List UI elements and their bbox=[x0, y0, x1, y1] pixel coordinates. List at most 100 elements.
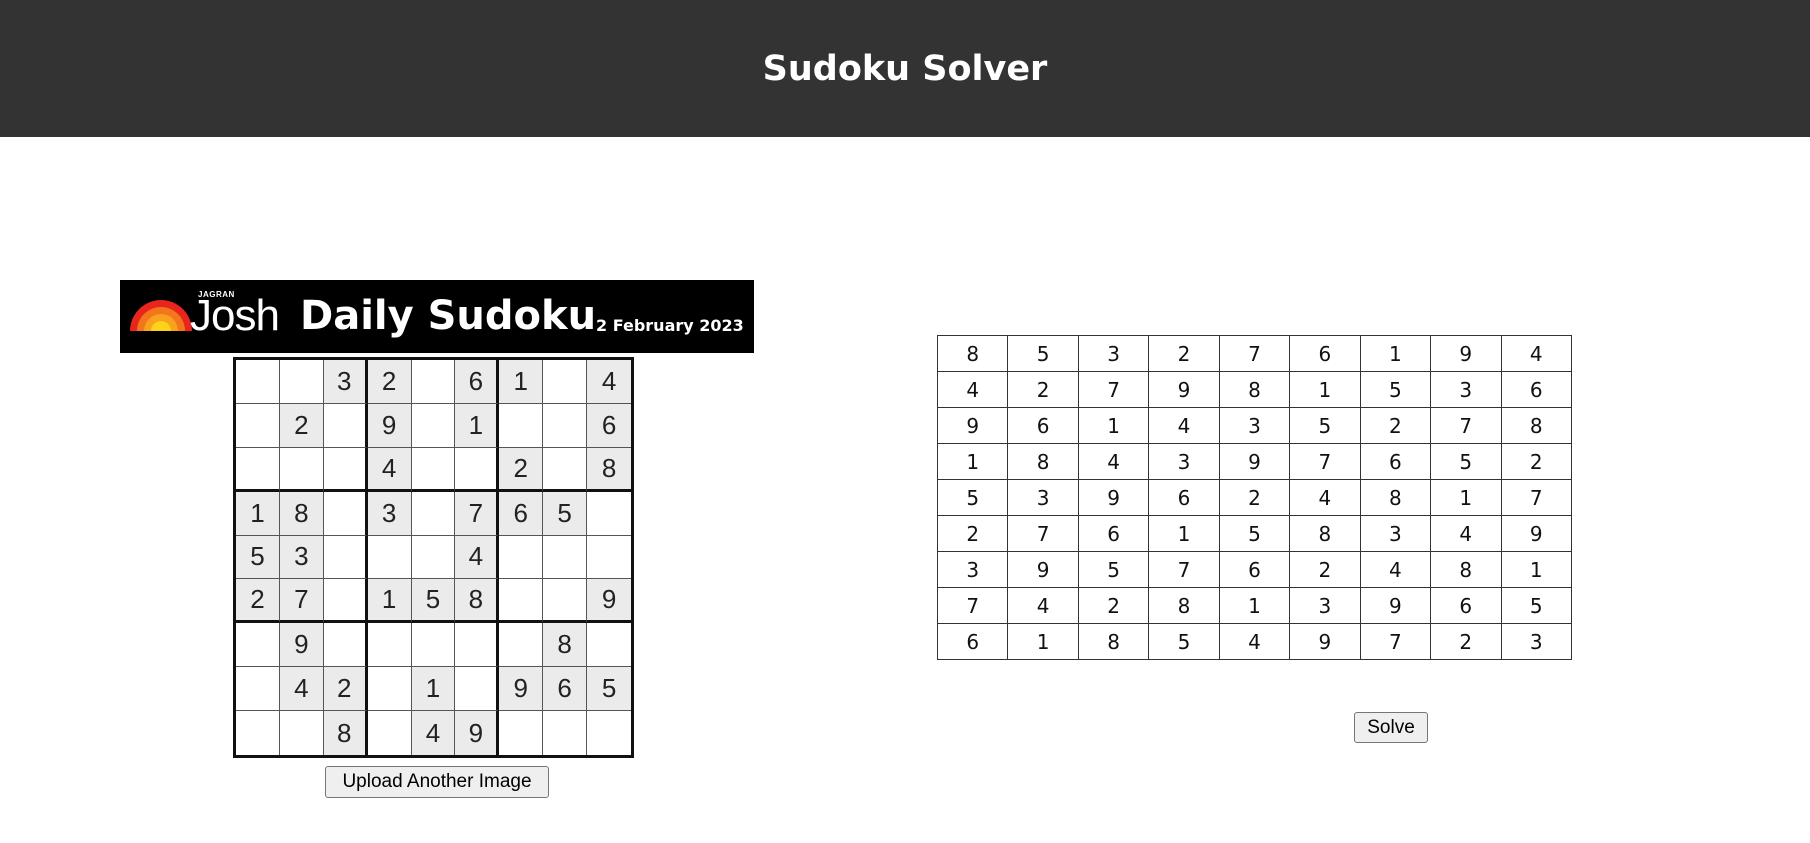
solution-cell: 7 bbox=[1430, 407, 1502, 444]
solution-cell: 7 bbox=[1289, 443, 1361, 480]
puzzle-cell bbox=[499, 623, 544, 668]
solution-cell: 5 bbox=[1289, 407, 1361, 444]
solution-cell: 4 bbox=[1077, 443, 1150, 480]
puzzle-cell: 9 bbox=[367, 403, 412, 448]
solution-cell: 6 bbox=[1289, 335, 1361, 372]
puzzle-cell bbox=[587, 623, 631, 668]
puzzle-cell: 5 bbox=[587, 667, 631, 712]
puzzle-cell: 8 bbox=[455, 579, 500, 624]
puzzle-banner: JAGRAN Josh Daily Sudoku 2 February 2023 bbox=[120, 280, 754, 353]
solution-cell: 6 bbox=[1500, 371, 1572, 408]
solution-cell: 5 bbox=[1430, 443, 1502, 480]
solution-cell: 2 bbox=[936, 515, 1009, 552]
solution-cell: 1 bbox=[936, 443, 1009, 480]
solution-cell: 6 bbox=[1359, 443, 1432, 480]
solution-cell: 4 bbox=[1430, 515, 1502, 552]
solution-cell: 3 bbox=[1430, 371, 1502, 408]
puzzle-cell: 8 bbox=[323, 711, 368, 755]
uploaded-puzzle-image: JAGRAN Josh Daily Sudoku 2 February 2023… bbox=[120, 280, 754, 758]
puzzle-cell bbox=[499, 579, 544, 624]
puzzle-cell bbox=[279, 360, 324, 404]
solution-cell: 4 bbox=[1218, 623, 1291, 660]
puzzle-cell: 9 bbox=[499, 667, 544, 712]
solution-cell: 2 bbox=[1289, 551, 1361, 588]
puzzle-cell bbox=[368, 711, 412, 755]
puzzle-cell bbox=[279, 447, 324, 492]
puzzle-cell: 5 bbox=[543, 491, 588, 536]
solution-cell: 5 bbox=[936, 479, 1009, 516]
solution-row: 853276194 bbox=[936, 335, 1572, 372]
puzzle-cell: 5 bbox=[411, 579, 456, 624]
brand-logo-text: Josh bbox=[190, 291, 280, 340]
upload-another-image-button[interactable]: Upload Another Image bbox=[325, 766, 549, 798]
solution-cell: 4 bbox=[1007, 587, 1079, 624]
puzzle-cell bbox=[411, 535, 456, 580]
puzzle-cell: 6 bbox=[543, 667, 588, 712]
solution-cell: 9 bbox=[1289, 623, 1361, 660]
solution-cell: 9 bbox=[1218, 443, 1291, 480]
puzzle-cell: 9 bbox=[455, 711, 500, 755]
puzzle-cell: 8 bbox=[279, 491, 324, 536]
solution-cell: 6 bbox=[1430, 587, 1502, 624]
solution-row: 618549723 bbox=[936, 623, 1572, 660]
puzzle-cell bbox=[543, 403, 588, 448]
puzzle-cell bbox=[280, 711, 324, 755]
puzzle-cell: 3 bbox=[367, 491, 412, 536]
puzzle-cell bbox=[587, 711, 631, 755]
puzzle-cell bbox=[543, 535, 588, 580]
solution-cell: 1 bbox=[1430, 479, 1502, 516]
page-title: Sudoku Solver bbox=[762, 48, 1048, 89]
solution-cell: 6 bbox=[1007, 407, 1079, 444]
solution-cell: 3 bbox=[1218, 407, 1291, 444]
puzzle-cell bbox=[367, 535, 412, 580]
puzzle-cell bbox=[411, 623, 456, 668]
solution-row: 742813965 bbox=[936, 587, 1572, 624]
solution-cell: 3 bbox=[1148, 443, 1220, 480]
puzzle-cell: 2 bbox=[367, 360, 412, 404]
solution-row: 184397652 bbox=[936, 443, 1572, 480]
puzzle-cell bbox=[323, 535, 368, 580]
solution-cell: 3 bbox=[1359, 515, 1432, 552]
puzzle-cell bbox=[543, 447, 588, 492]
puzzle-cell bbox=[455, 623, 500, 668]
puzzle-cell: 6 bbox=[587, 403, 631, 448]
solve-button[interactable]: Solve bbox=[1354, 712, 1428, 743]
solution-cell: 9 bbox=[936, 407, 1009, 444]
solution-cell: 2 bbox=[1077, 587, 1150, 624]
solution-cell: 8 bbox=[1289, 515, 1361, 552]
solution-row: 276158349 bbox=[936, 515, 1572, 552]
solution-cell: 2 bbox=[1148, 335, 1220, 372]
puzzle-date: 2 February 2023 bbox=[596, 316, 744, 335]
puzzle-cell: 4 bbox=[279, 667, 324, 712]
puzzle-cell bbox=[323, 491, 368, 536]
solution-cell: 8 bbox=[1359, 479, 1432, 516]
solution-cell: 9 bbox=[1500, 515, 1572, 552]
puzzle-cell bbox=[411, 403, 456, 448]
solution-cell: 9 bbox=[1359, 587, 1432, 624]
solution-cell: 1 bbox=[1007, 623, 1079, 660]
solution-cell: 7 bbox=[936, 587, 1009, 624]
puzzle-cell bbox=[411, 447, 456, 492]
solution-cell: 6 bbox=[936, 623, 1009, 660]
puzzle-cell: 9 bbox=[587, 579, 631, 624]
solution-cell: 1 bbox=[1077, 407, 1150, 444]
puzzle-cell: 8 bbox=[543, 623, 588, 668]
puzzle-cell bbox=[367, 623, 412, 668]
puzzle-cell: 1 bbox=[499, 360, 544, 404]
puzzle-cell: 5 bbox=[236, 535, 280, 580]
solution-cell: 1 bbox=[1289, 371, 1361, 408]
puzzle-cell bbox=[455, 667, 500, 712]
solution-cell: 6 bbox=[1218, 551, 1291, 588]
puzzle-cell bbox=[543, 360, 588, 404]
puzzle-cell bbox=[236, 711, 280, 755]
puzzle-cell bbox=[587, 536, 631, 580]
puzzle-cell bbox=[587, 492, 631, 536]
puzzle-cell bbox=[236, 667, 280, 712]
solution-cell: 1 bbox=[1359, 335, 1432, 372]
puzzle-cell bbox=[323, 403, 368, 448]
solution-grid: 8532761944279815369614352781843976525396… bbox=[936, 335, 1572, 660]
puzzle-cell: 7 bbox=[279, 579, 324, 624]
puzzle-cell: 2 bbox=[323, 667, 368, 712]
solution-cell: 2 bbox=[1007, 371, 1079, 408]
puzzle-cell: 1 bbox=[367, 579, 412, 624]
